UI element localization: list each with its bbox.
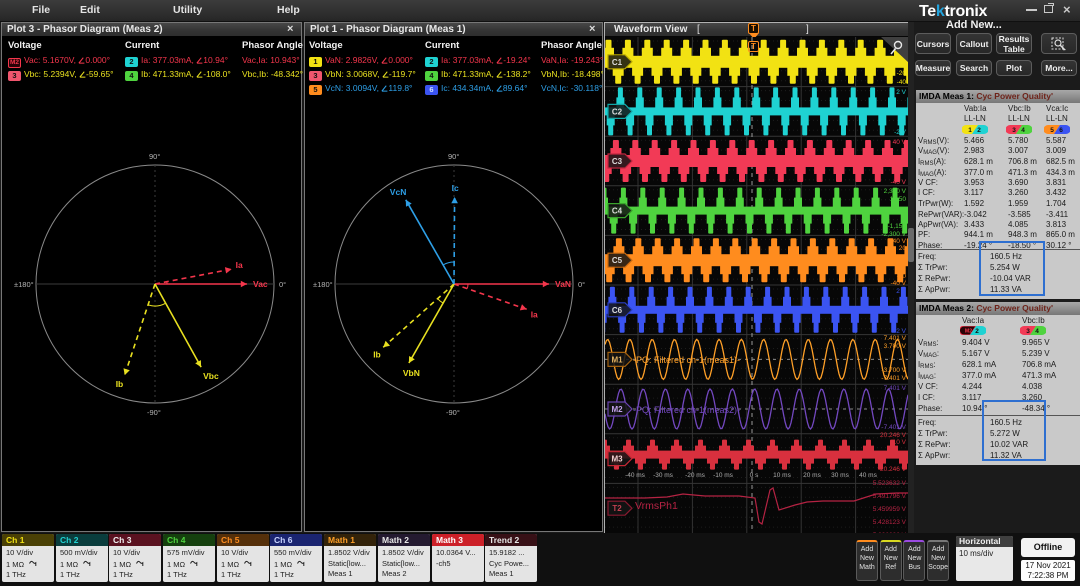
svg-text:5: 5 <box>1050 127 1054 134</box>
svg-text:-PQ: Filtered ch-1(meas2)-: -PQ: Filtered ch-1(meas2)- <box>633 405 740 415</box>
svg-text:1,150: 1,150 <box>890 196 907 203</box>
svg-text:C3: C3 <box>612 157 623 166</box>
svg-text:2 V: 2 V <box>896 288 906 295</box>
svg-text:20: 20 <box>899 245 907 252</box>
svg-text:±180°: ±180° <box>313 280 333 289</box>
svg-text:7.401 V: 7.401 V <box>884 335 907 342</box>
svg-text:3: 3 <box>1026 328 1030 335</box>
svg-text:-2 V: -2 V <box>894 129 907 136</box>
svg-text:VcN: VcN <box>390 187 407 197</box>
svg-text:-10 ms: -10 ms <box>713 472 734 479</box>
svg-text:-40 V: -40 V <box>890 280 906 287</box>
svg-text:0 s: 0 s <box>750 472 759 479</box>
svg-text:20.246 V: 20.246 V <box>880 432 907 439</box>
svg-text:5.428123 V: 5.428123 V <box>873 519 907 526</box>
svg-text:Vac: Vac <box>253 279 268 289</box>
svg-text:-2,300 V: -2,300 V <box>881 231 906 238</box>
svg-text:2 V: 2 V <box>896 89 906 96</box>
svg-text:-20 ms: -20 ms <box>685 472 706 479</box>
svg-text:-20.246 V: -20.246 V <box>878 466 907 473</box>
svg-text:Ib: Ib <box>116 379 124 389</box>
svg-text:4: 4 <box>1021 127 1025 134</box>
svg-text:-2 V: -2 V <box>894 328 907 335</box>
svg-text:M1: M1 <box>611 355 623 364</box>
svg-text:Ic: Ic <box>452 183 459 193</box>
svg-text:C6: C6 <box>612 306 623 315</box>
svg-text:40 V: 40 V <box>893 139 907 146</box>
svg-text:3: 3 <box>1012 127 1016 134</box>
svg-text:0°: 0° <box>279 280 286 289</box>
svg-text:-40 ms: -40 ms <box>625 472 646 479</box>
svg-text:-30 ms: -30 ms <box>653 472 674 479</box>
svg-text:C4: C4 <box>612 207 623 216</box>
svg-text:-90°: -90° <box>147 408 161 417</box>
svg-text:-7.401 V: -7.401 V <box>881 424 906 431</box>
svg-text:0°: 0° <box>578 280 585 289</box>
svg-text:-PQ: Filtered ch-1(meas1)-: -PQ: Filtered ch-1(meas1)- <box>633 355 740 365</box>
svg-text:-20: -20 <box>897 273 907 280</box>
svg-text:VaN: VaN <box>555 279 571 289</box>
svg-text:20 ms: 20 ms <box>803 472 821 479</box>
svg-text:C2: C2 <box>612 107 623 116</box>
svg-text:5.459959 V: 5.459959 V <box>873 506 907 513</box>
svg-text:3.700 V: 3.700 V <box>884 343 907 350</box>
svg-text:VbN: VbN <box>403 368 420 378</box>
svg-text:-90°: -90° <box>446 408 460 417</box>
svg-text:4: 4 <box>1035 328 1039 335</box>
svg-text:10 V: 10 V <box>893 439 907 446</box>
svg-text:90°: 90° <box>149 152 160 161</box>
svg-text:30 ms: 30 ms <box>831 472 849 479</box>
svg-text:5.491796 V: 5.491796 V <box>873 493 907 500</box>
svg-text:5.523632 V: 5.523632 V <box>873 480 907 487</box>
svg-text:-3.700 V: -3.700 V <box>881 367 906 374</box>
svg-text:2: 2 <box>977 127 981 134</box>
svg-text:T2: T2 <box>612 504 622 513</box>
svg-text:90°: 90° <box>448 152 459 161</box>
svg-text:40 ms: 40 ms <box>859 472 877 479</box>
svg-text:2: 2 <box>975 328 979 335</box>
svg-text:Ib: Ib <box>373 349 381 359</box>
svg-text:Ia: Ia <box>236 260 243 270</box>
svg-text:40 V: 40 V <box>893 238 907 245</box>
svg-text:-7.401 V: -7.401 V <box>881 375 906 382</box>
svg-text:-1,150: -1,150 <box>888 223 907 230</box>
svg-text:VrmsPh1: VrmsPh1 <box>635 500 678 512</box>
svg-text:±180°: ±180° <box>14 280 34 289</box>
svg-text:M2: M2 <box>611 405 623 414</box>
svg-text:Ia: Ia <box>531 309 538 319</box>
svg-text:M3: M3 <box>611 455 623 464</box>
svg-text:Vbc: Vbc <box>203 371 219 381</box>
svg-text:-40 V: -40 V <box>890 179 906 186</box>
svg-text:6: 6 <box>1059 127 1063 134</box>
svg-text:-40: -40 <box>897 79 907 86</box>
svg-text:C1: C1 <box>612 58 623 67</box>
svg-text:7.401 V: 7.401 V <box>884 385 907 392</box>
svg-text:C5: C5 <box>612 256 623 265</box>
svg-text:2,300 V: 2,300 V <box>884 188 907 195</box>
svg-text:-20: -20 <box>897 70 907 77</box>
svg-text:10 ms: 10 ms <box>773 472 791 479</box>
svg-text:1: 1 <box>968 127 972 134</box>
